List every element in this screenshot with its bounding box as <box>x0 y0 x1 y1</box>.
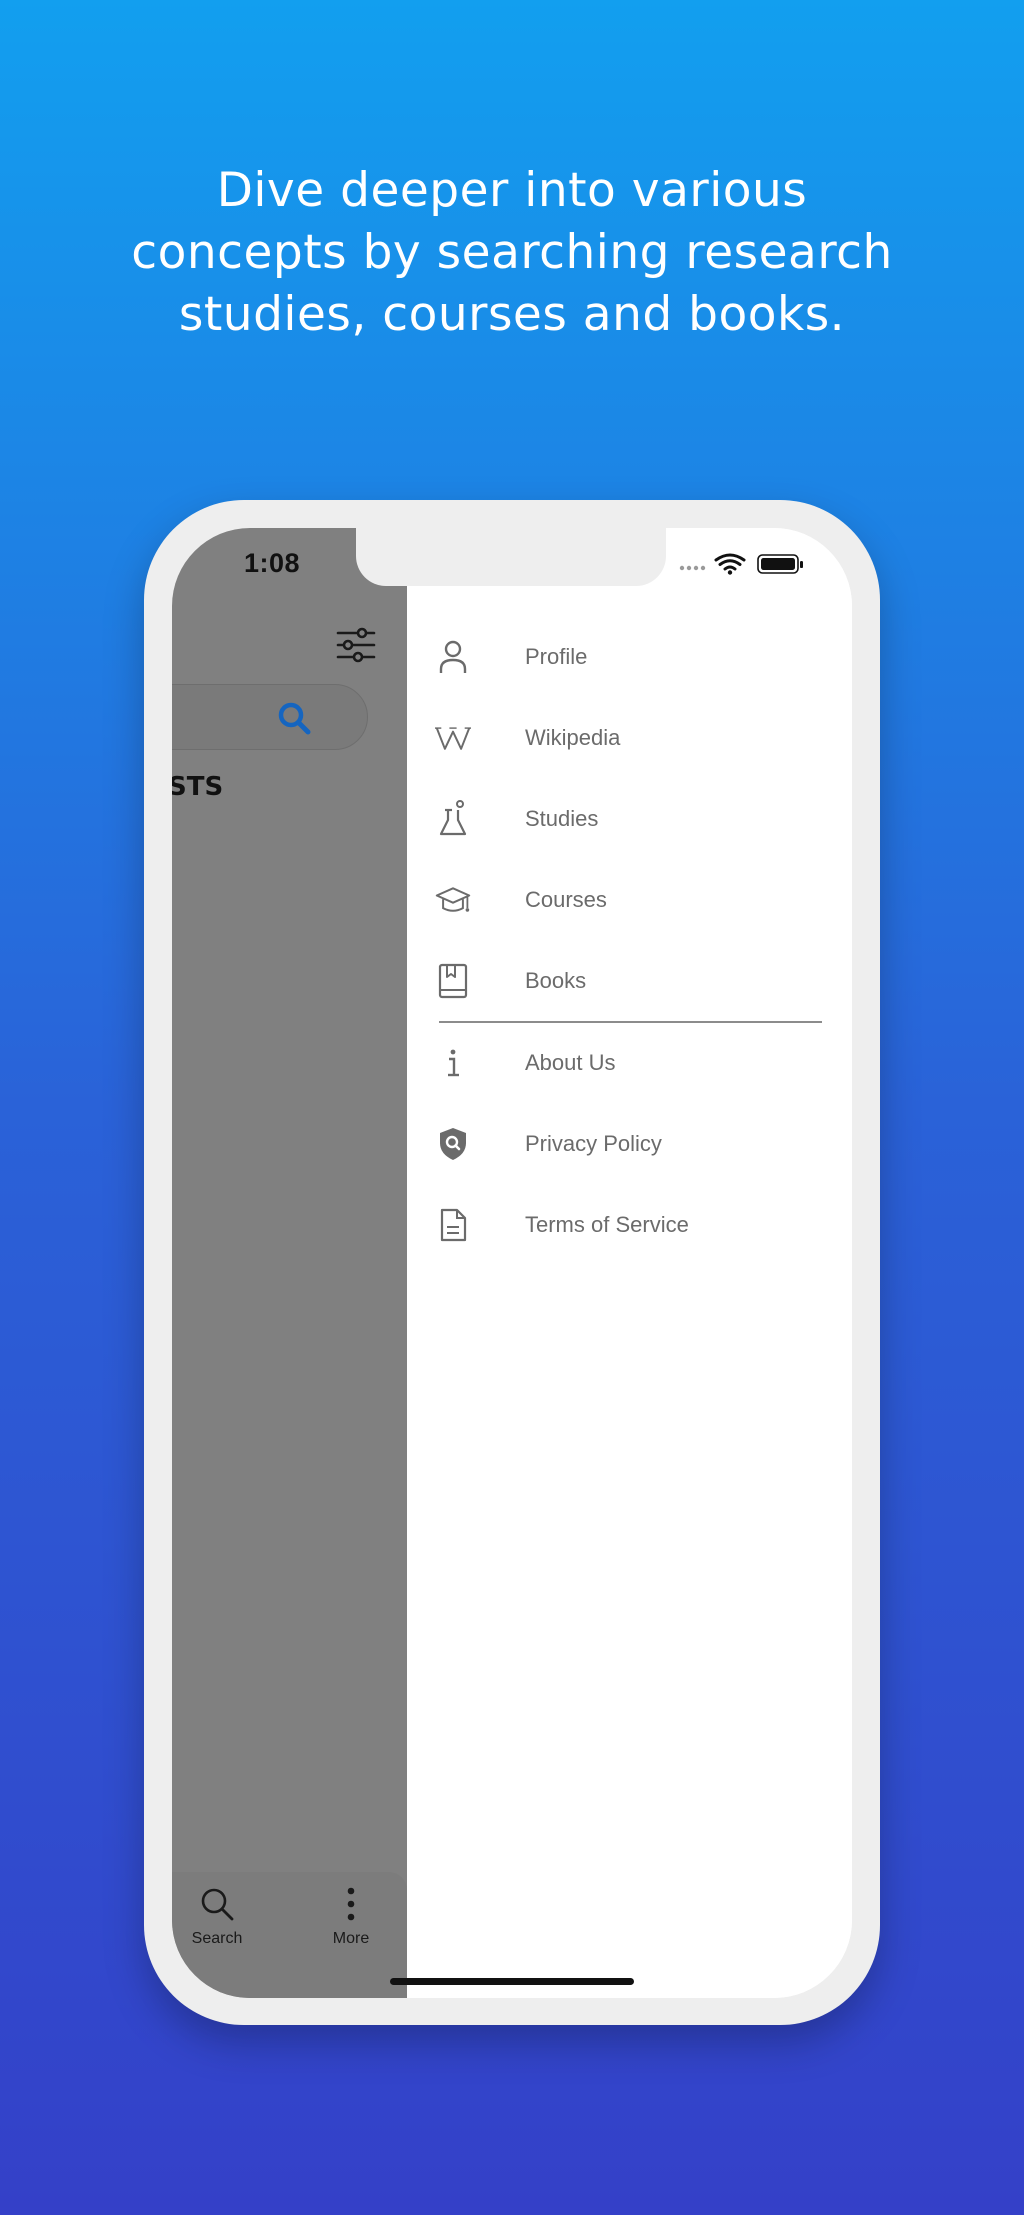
wifi-icon <box>714 553 746 575</box>
tab-search[interactable]: Search <box>172 1886 262 1948</box>
drawer-item-courses[interactable]: Courses <box>407 859 852 940</box>
person-icon <box>435 639 471 675</box>
drawer-item-studies[interactable]: Studies <box>407 778 852 859</box>
drawer-item-privacy-policy[interactable]: Privacy Policy <box>407 1104 852 1185</box>
search-icon <box>201 1888 234 1921</box>
drawer-item-wikipedia[interactable]: Wikipedia <box>407 697 852 778</box>
info-icon <box>435 1045 471 1081</box>
dimmed-background-app[interactable]: 1:08 STS Search More <box>172 528 407 1998</box>
battery-icon <box>757 554 803 574</box>
drawer-item-label: Courses <box>525 886 607 912</box>
document-icon <box>435 1207 471 1243</box>
drawer-item-label: Studies <box>525 805 599 831</box>
shield-search-icon <box>435 1126 471 1162</box>
signal-dots-icon <box>679 565 706 571</box>
graduation-cap-icon <box>435 882 471 918</box>
section-label-partial: STS <box>172 772 224 802</box>
promo-headline: Dive deeper into various concepts by sea… <box>0 160 1024 346</box>
search-bar[interactable] <box>172 684 368 750</box>
status-bar-icons <box>679 553 803 575</box>
headline-line-2: concepts by searching research <box>131 225 893 280</box>
drawer-item-label: Books <box>525 967 587 993</box>
drawer-item-label: About Us <box>525 1050 616 1075</box>
navigation-drawer: Profile Wikipedia Studies Courses Books … <box>407 528 852 1998</box>
filter-sliders-icon[interactable] <box>336 626 376 664</box>
headline-line-1: Dive deeper into various <box>216 163 808 218</box>
home-indicator[interactable] <box>390 1978 634 1985</box>
tab-label: Search <box>191 1930 243 1947</box>
bottom-tab-bar: Search More <box>172 1872 407 1998</box>
drawer-item-profile[interactable]: Profile <box>407 616 852 697</box>
drawer-item-label: Terms of Service <box>525 1212 689 1237</box>
phone-frame: 1:08 STS Search More Profile Wikipedia S… <box>144 500 880 2025</box>
more-vertical-icon <box>347 1887 355 1921</box>
status-time: 1:08 <box>244 548 301 578</box>
tab-label: More <box>332 1930 370 1947</box>
flask-icon <box>435 799 471 837</box>
search-icon[interactable] <box>277 701 311 735</box>
drawer-item-label: Wikipedia <box>525 724 621 750</box>
drawer-item-label: Privacy Policy <box>525 1131 662 1156</box>
drawer-item-terms-of-service[interactable]: Terms of Service <box>407 1185 852 1266</box>
drawer-item-about-us[interactable]: About Us <box>407 1023 852 1104</box>
book-icon <box>435 963 471 999</box>
drawer-item-books[interactable]: Books <box>407 940 852 1021</box>
drawer-menu: Profile Wikipedia Studies Courses Books … <box>407 616 852 1266</box>
wikipedia-icon <box>435 720 471 756</box>
drawer-item-label: Profile <box>525 643 588 669</box>
headline-line-3: studies, courses and books. <box>178 287 846 342</box>
phone-notch <box>356 528 666 586</box>
phone-screen: 1:08 STS Search More Profile Wikipedia S… <box>172 528 852 1998</box>
tab-more[interactable]: More <box>306 1886 396 1948</box>
